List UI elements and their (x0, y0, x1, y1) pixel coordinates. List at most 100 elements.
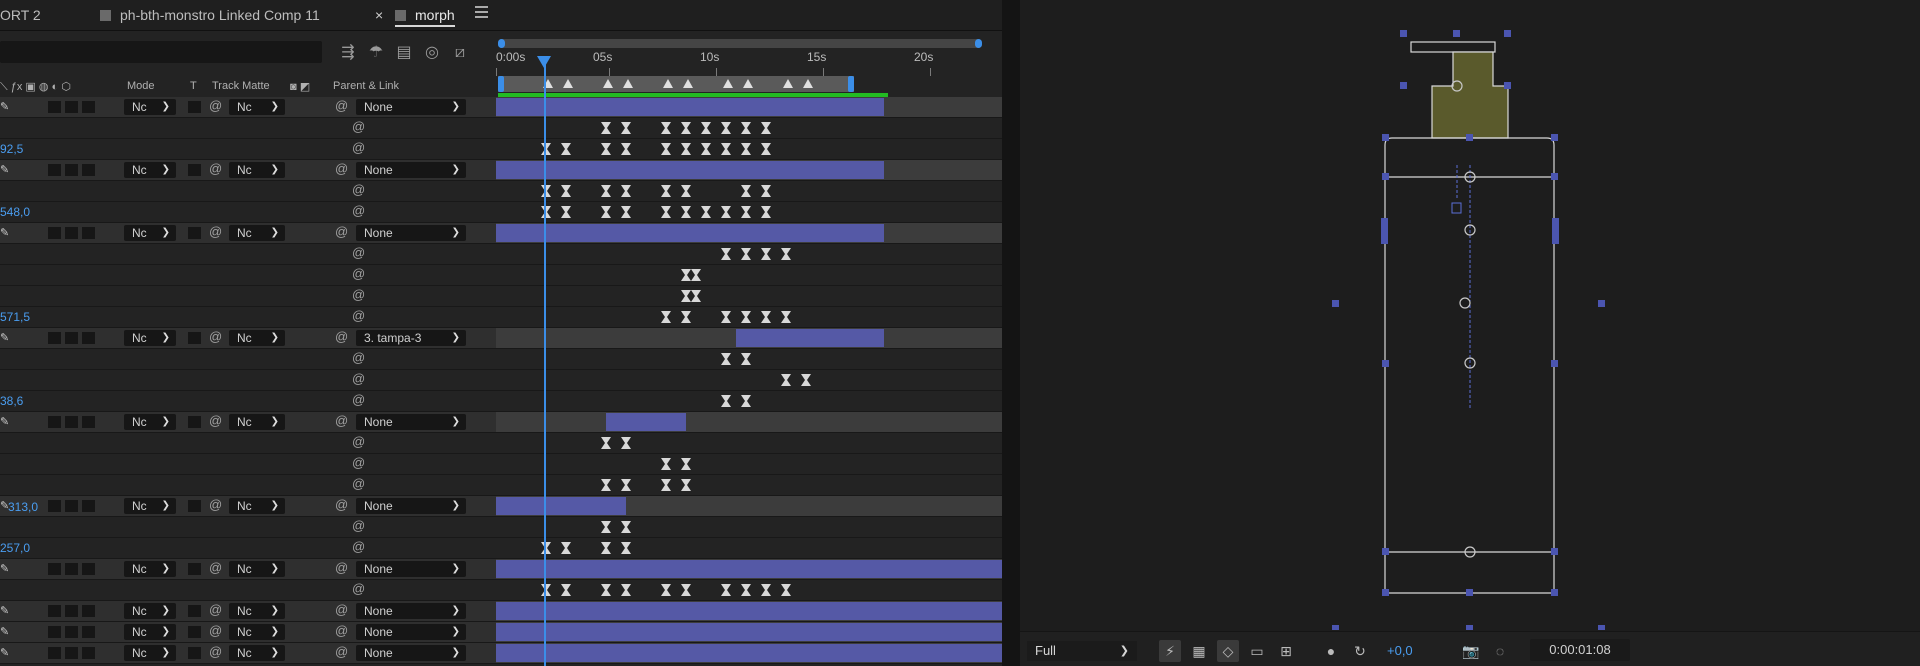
keyframe-icon[interactable] (620, 436, 632, 450)
preserve-transparency-box[interactable] (188, 227, 201, 239)
keyframe-icon[interactable] (680, 142, 692, 156)
track-matte-dropdown[interactable]: Nc ❯ (229, 162, 285, 178)
keyframe-icon[interactable] (560, 205, 572, 219)
keyframe-icon[interactable] (740, 310, 752, 324)
keyframe-icon[interactable] (780, 583, 792, 597)
mode-dropdown[interactable]: Nc ❯ (124, 624, 176, 640)
switch-box[interactable] (65, 605, 78, 617)
property-value[interactable]: 38,6 (0, 394, 23, 408)
layer-row[interactable]: ✎ Nc ❯ @ Nc ❯ @ None ❯ (0, 601, 1002, 622)
switch-box[interactable] (65, 500, 78, 512)
keyframe-icon[interactable] (760, 583, 772, 597)
keyframe-icon[interactable] (680, 121, 692, 135)
parent-pickwhip-icon[interactable]: @ (335, 497, 348, 512)
switch-box[interactable] (82, 563, 95, 575)
property-value[interactable]: 571,5 (0, 310, 30, 324)
keyframe-icon[interactable] (680, 310, 692, 324)
keyframe-icon[interactable] (720, 352, 732, 366)
layer-duration-bar[interactable] (736, 329, 884, 347)
preserve-transparency-box[interactable] (188, 626, 201, 638)
parent-dropdown[interactable]: None ❯ (356, 645, 466, 661)
expression-pickwhip-icon[interactable]: @ (352, 371, 365, 386)
property-row[interactable]: @ (0, 517, 1002, 538)
layer-duration-bar[interactable] (496, 98, 884, 116)
marker-icon[interactable] (723, 79, 733, 88)
keyframe-icon[interactable] (600, 205, 612, 219)
switch-box[interactable] (65, 101, 78, 113)
keyframe-icon[interactable] (540, 184, 552, 198)
switch-box[interactable] (48, 227, 61, 239)
mode-dropdown[interactable]: Nc ❯ (124, 225, 176, 241)
tab-morph[interactable]: morph (395, 0, 455, 30)
pickwhip-icon[interactable]: @ (209, 623, 222, 638)
keyframe-icon[interactable] (560, 184, 572, 198)
layer-row[interactable]: ✎ Nc ❯ @ Nc ❯ @ None ❯ (0, 412, 1002, 433)
keyframe-icon[interactable] (690, 289, 702, 303)
layer-duration-bar[interactable] (496, 623, 1002, 641)
expression-pickwhip-icon[interactable]: @ (352, 308, 365, 323)
parent-dropdown[interactable]: None ❯ (356, 99, 466, 115)
parent-dropdown[interactable]: None ❯ (356, 561, 466, 577)
keyframe-icon[interactable] (690, 268, 702, 282)
switch-box[interactable] (48, 626, 61, 638)
keyframe-icon[interactable] (540, 583, 552, 597)
keyframe-icon[interactable] (680, 184, 692, 198)
switch-box[interactable] (82, 332, 95, 344)
keyframe-icon[interactable] (540, 205, 552, 219)
shy-layers-icon[interactable]: ☂ (365, 43, 387, 63)
marker-icon[interactable] (743, 79, 753, 88)
keyframe-icon[interactable] (720, 310, 732, 324)
pickwhip-icon[interactable]: @ (209, 161, 222, 176)
property-row[interactable]: @ (0, 475, 1002, 496)
preserve-transparency-box[interactable] (188, 563, 201, 575)
expression-pickwhip-icon[interactable]: @ (352, 539, 365, 554)
layer-row[interactable]: ✎ Nc ❯ @ Nc ❯ @3. tampa-3 ❯ (0, 328, 1002, 349)
mode-dropdown[interactable]: Nc ❯ (124, 99, 176, 115)
playhead-handle[interactable] (537, 56, 551, 68)
close-icon[interactable]: × (375, 0, 383, 30)
motion-blur-icon[interactable]: ◎ (421, 43, 443, 63)
keyframe-icon[interactable] (720, 583, 732, 597)
keyframe-icon[interactable] (680, 205, 692, 219)
exposure-value[interactable]: +0,0 (1387, 643, 1413, 658)
layer-row[interactable]: ✎ Nc ❯ @ Nc ❯ @ None ❯ (0, 643, 1002, 664)
parent-pickwhip-icon[interactable]: @ (335, 644, 348, 659)
time-navigator[interactable] (498, 39, 982, 48)
work-area-bar[interactable] (498, 76, 854, 92)
layer-row[interactable]: ✎ Nc ❯ @ Nc ❯ @ None ❯ (0, 160, 1002, 181)
property-row[interactable]: @548,0 (0, 202, 1002, 223)
switch-box[interactable] (48, 563, 61, 575)
reset-exposure-icon[interactable]: ↻ (1349, 640, 1371, 662)
layer-duration-bar[interactable] (496, 560, 1002, 578)
parent-dropdown[interactable]: None ❯ (356, 225, 466, 241)
parent-pickwhip-icon[interactable]: @ (335, 623, 348, 638)
col-parent-link[interactable]: Parent & Link (333, 80, 399, 92)
property-row[interactable]: @ (0, 433, 1002, 454)
track-matte-dropdown[interactable]: Nc ❯ (229, 561, 285, 577)
preserve-transparency-box[interactable] (188, 332, 201, 344)
graph-editor-icon[interactable]: ⧄ (449, 43, 471, 63)
keyframe-icon[interactable] (660, 205, 672, 219)
layer-row[interactable]: ✎ Nc ❯ @ Nc ❯ @ None ❯ (0, 559, 1002, 580)
preserve-transparency-box[interactable] (188, 164, 201, 176)
region-of-interest-icon[interactable]: ▭ (1246, 640, 1268, 662)
keyframe-icon[interactable] (660, 583, 672, 597)
preserve-transparency-box[interactable] (188, 647, 201, 659)
property-row[interactable]: @ (0, 580, 1002, 601)
layer-row[interactable]: ✎ Nc ❯ @ Nc ❯ @ None ❯ (0, 97, 1002, 118)
frame-blending-icon[interactable]: ▤ (393, 43, 415, 63)
keyframe-icon[interactable] (560, 142, 572, 156)
keyframe-icon[interactable] (740, 142, 752, 156)
keyframe-icon[interactable] (700, 121, 712, 135)
marker-icon[interactable] (563, 79, 573, 88)
track-matte-dropdown[interactable]: Nc ❯ (229, 99, 285, 115)
col-track-matte[interactable]: Track Matte (212, 80, 270, 92)
track-matte-dropdown[interactable]: Nc ❯ (229, 645, 285, 661)
switch-box[interactable] (82, 605, 95, 617)
property-row[interactable]: @ (0, 118, 1002, 139)
layer-row[interactable]: ✎ Nc ❯ @ Nc ❯ @ None ❯ 313,0 (0, 496, 1002, 517)
preserve-transparency-box[interactable] (188, 500, 201, 512)
parent-pickwhip-icon[interactable]: @ (335, 560, 348, 575)
parent-dropdown[interactable]: None ❯ (356, 624, 466, 640)
property-value[interactable]: 313,0 (8, 500, 39, 514)
